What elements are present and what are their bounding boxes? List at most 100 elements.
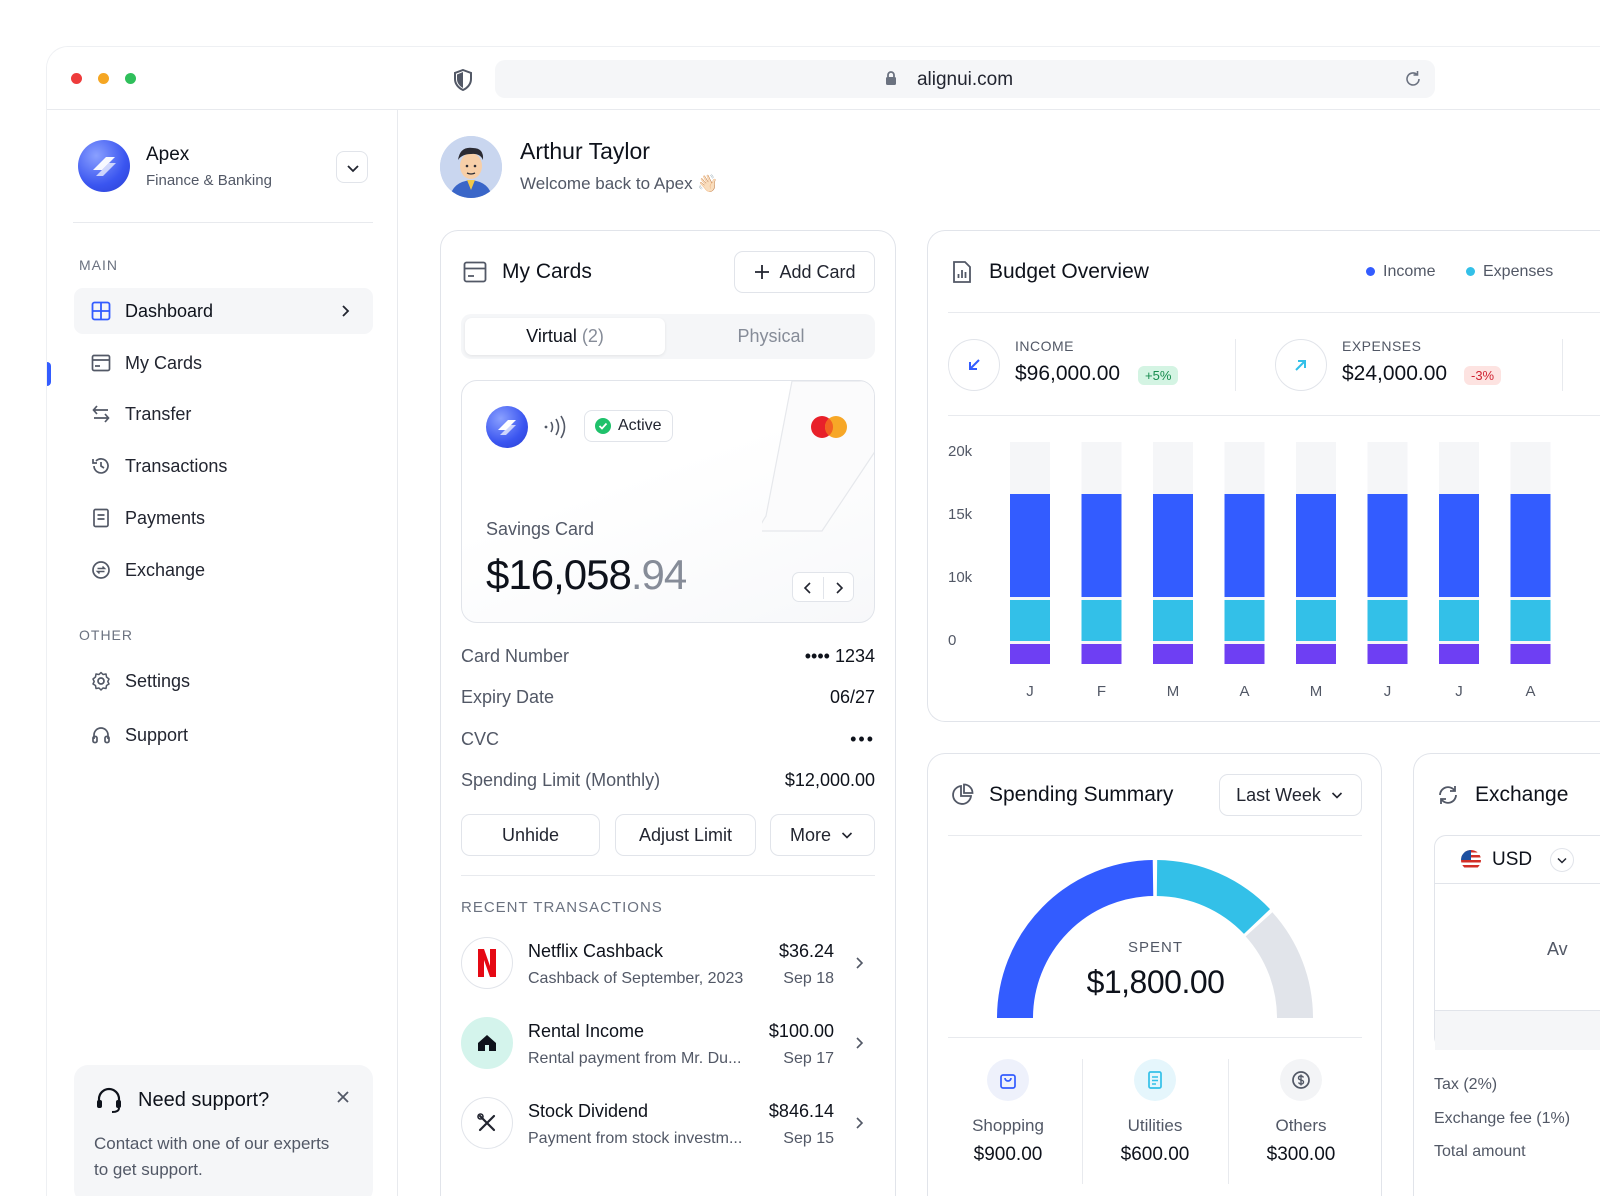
sidebar-item-support[interactable]: Support — [74, 712, 373, 758]
us-flag-icon — [1461, 850, 1481, 870]
chevron-right-icon[interactable] — [851, 1035, 867, 1051]
income-bar[interactable] — [1510, 494, 1551, 597]
other-bar[interactable] — [1010, 644, 1050, 664]
plus-icon — [755, 265, 770, 279]
other-bar[interactable] — [1439, 644, 1479, 664]
shopping-bag-icon — [987, 1059, 1029, 1101]
transaction-title: Rental Income — [528, 1021, 645, 1041]
y-tick-label: 15k — [948, 506, 973, 523]
shield-icon[interactable] — [453, 69, 473, 91]
currency-dropdown-button[interactable] — [1550, 848, 1574, 872]
card-icon — [463, 261, 487, 283]
x-tick-label: A — [1525, 683, 1535, 700]
income-bar[interactable] — [1296, 494, 1336, 597]
reload-icon[interactable] — [1403, 69, 1423, 89]
x-tick-label: A — [1239, 683, 1249, 700]
expenses-bar[interactable] — [1510, 600, 1551, 641]
panel-title: Spending Summary — [989, 783, 1174, 806]
maximize-window-button[interactable] — [125, 73, 136, 84]
other-bar[interactable] — [1296, 644, 1336, 664]
expenses-bar[interactable] — [1010, 600, 1050, 641]
income-bar[interactable] — [1153, 494, 1193, 597]
sidebar-item-transfer[interactable]: Transfer — [74, 391, 373, 437]
divider — [1228, 1059, 1229, 1184]
transaction-subtitle: Cashback of September, 2023 — [528, 970, 744, 987]
other-bar[interactable] — [1510, 644, 1551, 664]
expenses-bar[interactable] — [1153, 600, 1193, 641]
add-card-button[interactable]: Add Card — [734, 251, 875, 293]
coin-icon — [1280, 1059, 1322, 1101]
close-icon[interactable] — [335, 1089, 351, 1105]
status-label: Active — [618, 417, 662, 434]
income-bar[interactable] — [1439, 494, 1479, 597]
other-bar[interactable] — [1224, 644, 1265, 664]
budget-overview-panel: Budget Overview Income Expenses INCOME $… — [927, 230, 1600, 722]
card-type-switcher: Virtual (2) Physical — [461, 314, 875, 359]
other-bar[interactable] — [1367, 644, 1408, 664]
chevron-right-icon[interactable] — [831, 580, 847, 596]
sidebar-item-transactions[interactable]: Transactions — [74, 443, 373, 489]
expenses-bar[interactable] — [1439, 600, 1479, 641]
chevron-left-icon[interactable] — [800, 580, 816, 596]
savings-card[interactable]: Active Savings Card $16,058.94 — [461, 380, 875, 623]
refresh-icon — [1439, 786, 1457, 804]
exchange-converter: USD Av — [1434, 835, 1600, 1050]
x-tick-label: F — [1097, 683, 1106, 700]
x-tick-label: J — [1384, 683, 1392, 700]
card-name: Savings Card — [486, 519, 595, 539]
chevron-down-icon — [1557, 857, 1567, 864]
apex-logo — [78, 140, 130, 192]
exchange-fee-label: Exchange fee (1%) — [1434, 1110, 1571, 1127]
add-card-label: Add Card — [779, 261, 856, 282]
sidebar-item-dashboard[interactable]: Dashboard — [74, 288, 373, 334]
close-window-button[interactable] — [71, 73, 82, 84]
sidebar-item-settings[interactable]: Settings — [74, 658, 373, 704]
spent-label: SPENT — [1127, 939, 1183, 956]
tab-physical[interactable]: Physical — [671, 318, 871, 355]
sidebar-item-my-cards[interactable]: My Cards — [74, 340, 373, 386]
income-bar[interactable] — [1367, 494, 1408, 597]
other-bar[interactable] — [1081, 644, 1122, 664]
adjust-limit-button[interactable]: Adjust Limit — [615, 814, 756, 856]
workspace-switcher-button[interactable] — [336, 151, 368, 183]
support-text: Contact with one of our experts to get s… — [94, 1134, 330, 1179]
sidebar-item-payments[interactable]: Payments — [74, 495, 373, 541]
expenses-bar[interactable] — [1081, 600, 1122, 641]
tax-label: Tax (2%) — [1434, 1076, 1498, 1093]
chevron-down-icon — [347, 165, 359, 173]
headset-icon — [97, 1087, 121, 1113]
expenses-bar[interactable] — [1367, 600, 1408, 641]
income-bar[interactable] — [1081, 494, 1122, 597]
income-bar[interactable] — [1224, 494, 1265, 597]
receipt-icon — [1134, 1059, 1176, 1101]
transaction-amount: $846.14 — [768, 1101, 834, 1121]
detail-label: Spending Limit (Monthly) — [461, 770, 661, 790]
sidebar-item-exchange[interactable]: Exchange — [74, 547, 373, 593]
chevron-right-icon[interactable] — [851, 955, 867, 971]
gear-icon — [90, 670, 112, 692]
address-bar[interactable]: alignui.com — [495, 60, 1435, 98]
avatar[interactable] — [440, 136, 502, 198]
divider — [948, 835, 1362, 836]
currency-selector[interactable]: USD — [1435, 836, 1600, 884]
expenses-bar[interactable] — [1296, 600, 1336, 641]
chevron-right-icon[interactable] — [851, 1115, 867, 1131]
minimize-window-button[interactable] — [98, 73, 109, 84]
converter-footer — [1435, 1010, 1600, 1050]
tab-virtual[interactable]: Virtual (2) — [465, 318, 665, 355]
transaction-subtitle: Payment from stock investm... — [528, 1130, 743, 1147]
unhide-button[interactable]: Unhide — [461, 814, 600, 856]
status-badge: Active — [584, 410, 673, 442]
period-select[interactable]: Last Week — [1219, 774, 1362, 816]
welcome-message: Welcome back to Apex 👋🏻 — [520, 174, 719, 193]
divider — [461, 875, 875, 876]
other-bar[interactable] — [1153, 644, 1193, 664]
main-content: Arthur Taylor Welcome back to Apex 👋🏻 My… — [399, 110, 1600, 1196]
expenses-bar[interactable] — [1224, 600, 1265, 641]
more-button[interactable]: More — [770, 814, 875, 856]
card-balance: $16,058.94 — [486, 551, 687, 599]
income-bar[interactable] — [1010, 494, 1050, 597]
category-value: $900.00 — [973, 1144, 1043, 1165]
cvc-value: ••• — [850, 729, 875, 749]
card-icon — [90, 352, 112, 374]
